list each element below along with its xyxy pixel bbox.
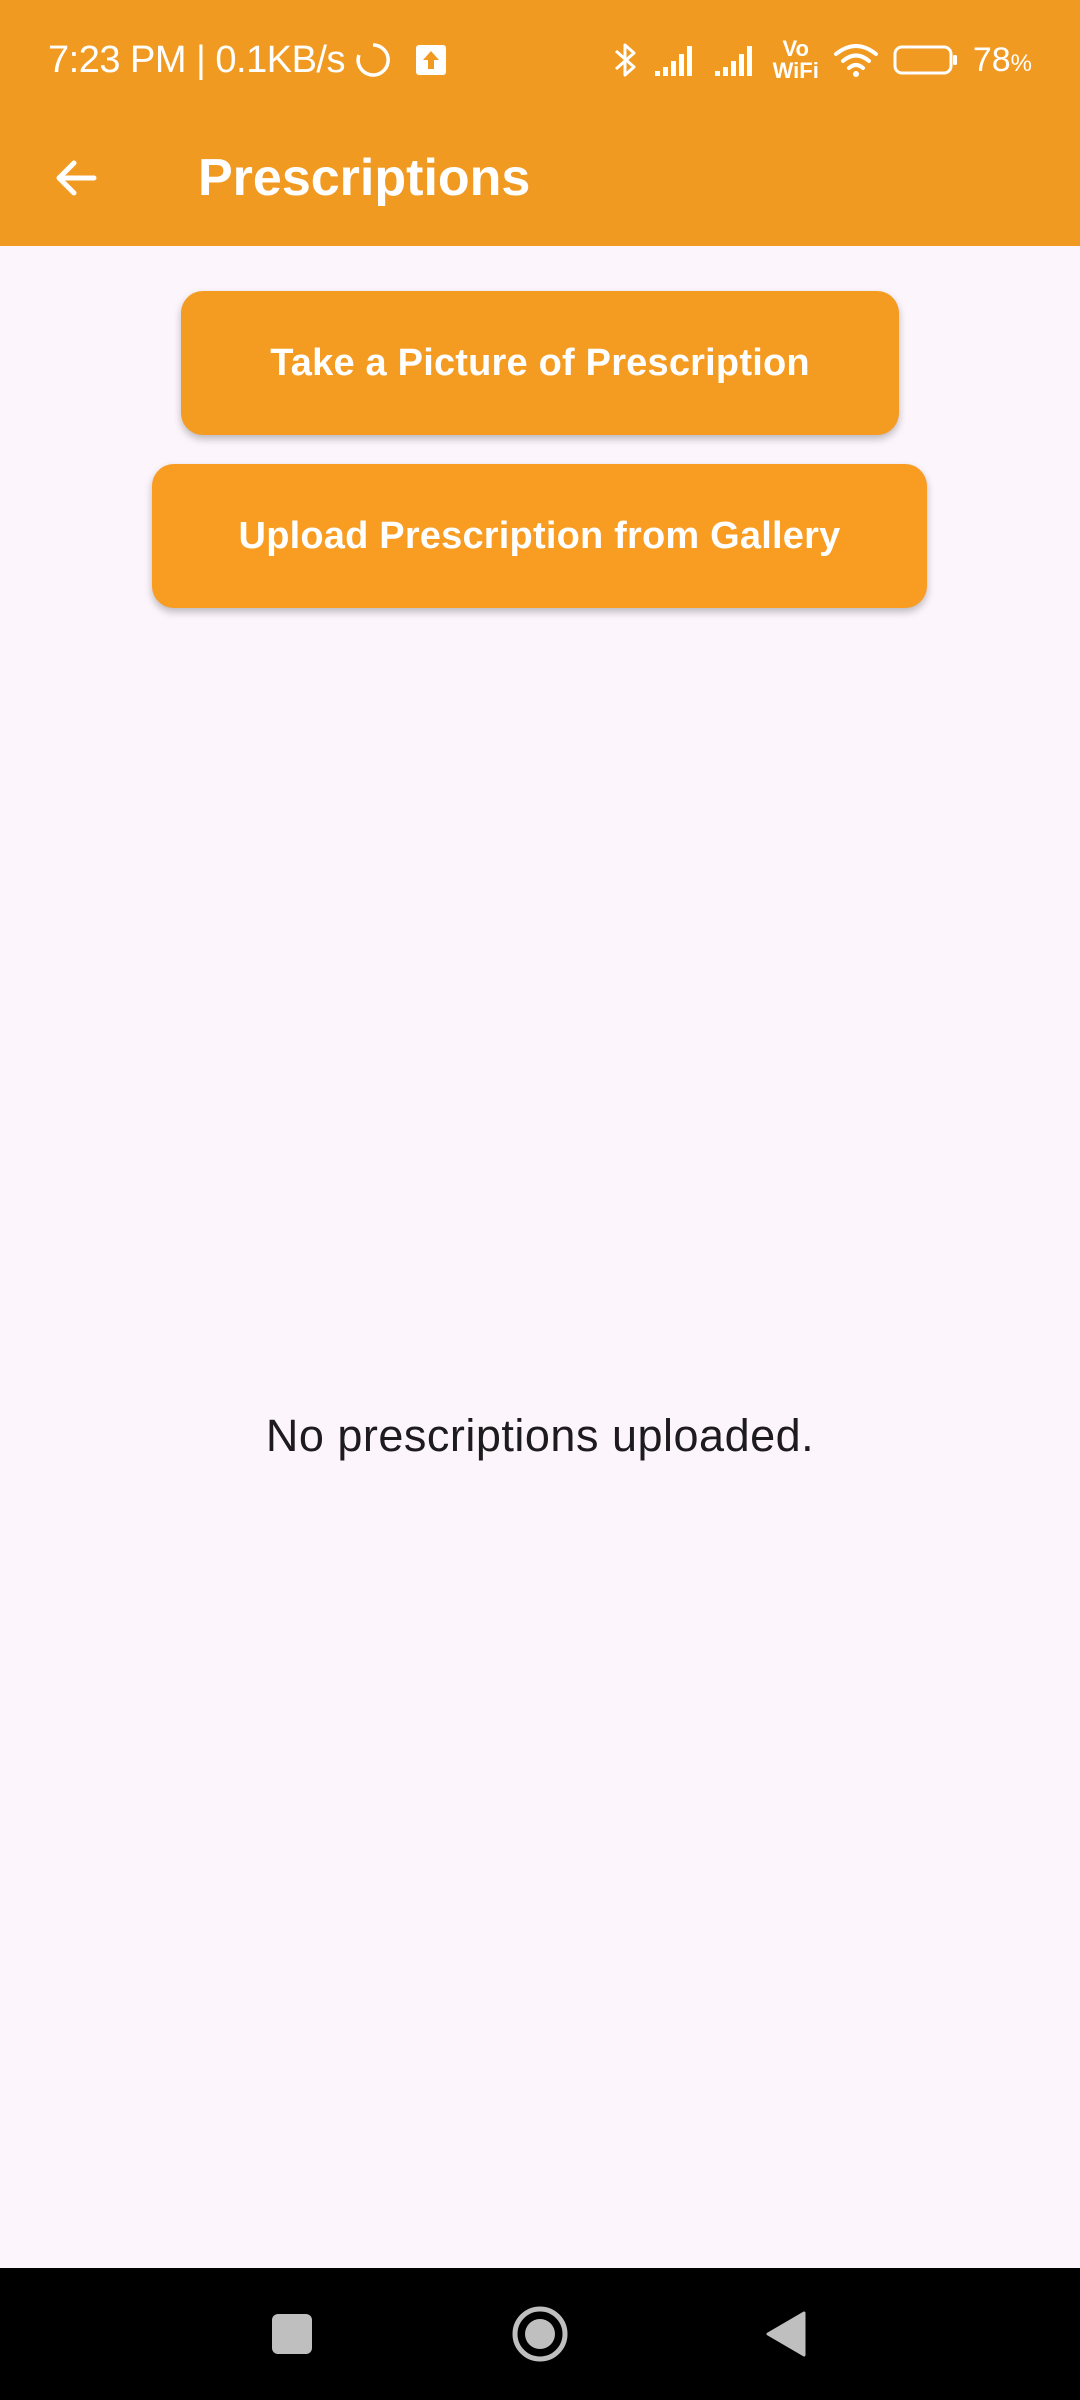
loading-circle-icon <box>355 42 391 78</box>
upload-notification-icon <box>415 44 447 76</box>
signal-icon <box>713 43 759 77</box>
upload-gallery-button[interactable]: Upload Prescription from Gallery <box>152 464 927 608</box>
back-triangle-icon <box>762 2309 810 2359</box>
back-button[interactable] <box>40 142 112 214</box>
prescriptions-screen: 7:23 PM | 0.1KB/s Vo WiFi 78% Prescripti… <box>0 0 1080 2400</box>
home-button[interactable] <box>504 2298 576 2370</box>
home-circle-icon <box>510 2304 570 2364</box>
arrow-left-icon <box>52 154 100 202</box>
wifi-icon <box>833 42 879 78</box>
battery-percent-unit: % <box>1010 49 1032 77</box>
network-speed: 0.1KB/s <box>215 38 345 81</box>
back-nav-button[interactable] <box>750 2298 822 2370</box>
bluetooth-icon <box>613 40 639 80</box>
system-nav-bar <box>0 2268 1080 2400</box>
take-picture-button[interactable]: Take a Picture of Prescription <box>181 291 899 435</box>
status-bar: 7:23 PM | 0.1KB/s Vo WiFi 78% <box>0 0 1080 120</box>
status-left: 7:23 PM | 0.1KB/s <box>48 34 447 86</box>
vowifi-bottom-label: WiFi <box>772 58 819 83</box>
vowifi-top-label: Vo <box>782 36 809 61</box>
vowifi-icon: Vo WiFi <box>773 38 819 82</box>
status-separator: | <box>196 38 206 81</box>
battery-icon <box>893 44 959 76</box>
status-right: Vo WiFi 78% <box>613 34 1032 86</box>
empty-state-message: No prescriptions uploaded. <box>265 1410 815 1461</box>
battery-percent: 78% <box>973 41 1032 80</box>
signal-icon <box>653 43 699 77</box>
recents-button[interactable] <box>256 2298 328 2370</box>
status-time: 7:23 PM <box>48 38 187 81</box>
battery-percent-value: 78 <box>972 40 1011 79</box>
app-bar: Prescriptions <box>0 120 1080 246</box>
recents-square-icon <box>270 2312 314 2356</box>
page-title: Prescriptions <box>198 149 531 207</box>
